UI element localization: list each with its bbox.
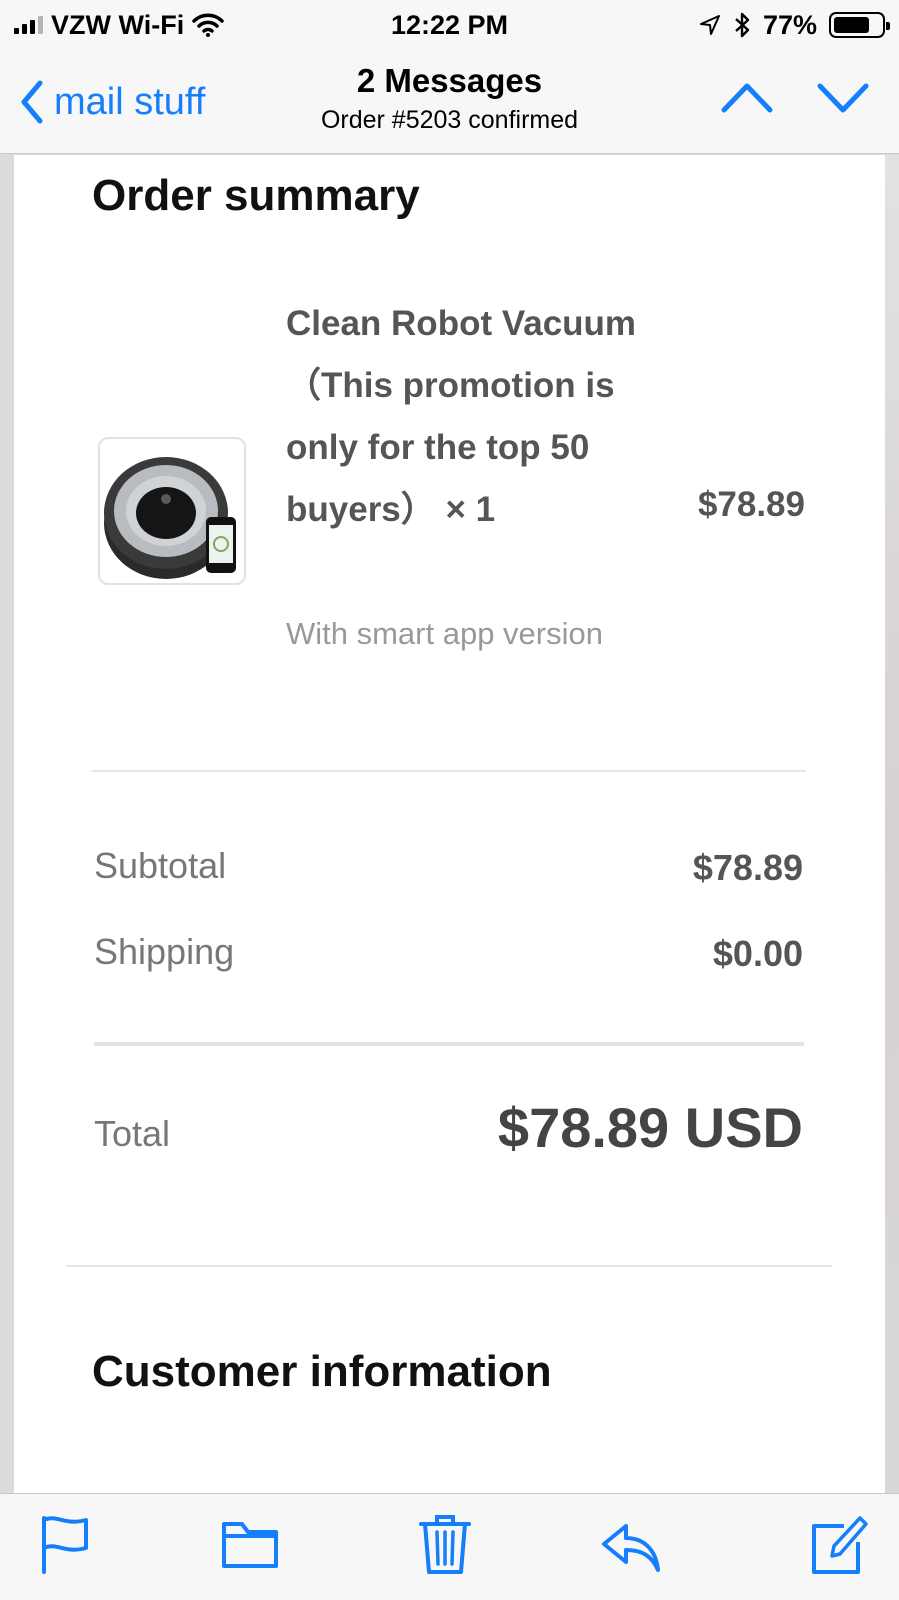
back-label: mail stuff	[54, 80, 206, 123]
carrier-label: VZW Wi-Fi	[51, 9, 185, 40]
total-value: $78.89 USD	[497, 1096, 803, 1159]
status-bar: VZW Wi-Fi 12:22 PM 77%	[0, 0, 899, 50]
wifi-icon	[192, 13, 224, 37]
battery-icon	[829, 12, 890, 38]
nav-bar: mail stuff 2 Messages Order #5203 confir…	[0, 50, 899, 154]
shipping-label: Shipping	[94, 931, 235, 972]
product-price: $78.89	[697, 485, 805, 524]
chevron-down-icon[interactable]	[817, 76, 869, 120]
product-image	[98, 437, 246, 585]
location-arrow-icon	[699, 15, 720, 35]
reply-icon[interactable]	[600, 1512, 660, 1576]
signal-icon	[14, 16, 43, 34]
status-right: 77%	[699, 9, 890, 41]
folder-icon[interactable]	[220, 1512, 280, 1576]
message-navigation	[721, 76, 869, 120]
subtotal-value: $78.89	[692, 847, 803, 888]
chevron-up-icon[interactable]	[721, 76, 773, 120]
order-summary-heading: Order summary	[92, 171, 420, 220]
customer-information-heading: Customer information	[92, 1347, 552, 1396]
back-button[interactable]: mail stuff	[20, 74, 205, 130]
email-body[interactable]: Order summary Clean Robot Vacuum（This pr…	[14, 155, 885, 1493]
product-variant: With smart app version	[286, 616, 603, 651]
divider	[94, 1042, 804, 1046]
robot-vacuum-image	[104, 457, 236, 579]
bluetooth-icon	[735, 12, 750, 38]
subtotal-label: Subtotal	[94, 845, 227, 886]
battery-fill	[834, 17, 870, 33]
chevron-left-icon	[21, 80, 43, 124]
battery-percent: 77%	[762, 9, 817, 40]
divider	[92, 770, 806, 772]
total-label: Total	[94, 1113, 171, 1154]
product-name: Clean Robot Vacuum（This promotion is onl…	[286, 304, 637, 529]
scroll-edge	[885, 155, 899, 1493]
status-left: VZW Wi-Fi	[14, 10, 224, 41]
trash-icon[interactable]	[415, 1512, 475, 1576]
compose-icon[interactable]	[808, 1512, 868, 1576]
shipping-value: $0.00	[712, 933, 803, 974]
section-divider	[66, 1265, 832, 1267]
bottom-toolbar	[0, 1493, 899, 1600]
flag-icon[interactable]	[36, 1512, 96, 1576]
